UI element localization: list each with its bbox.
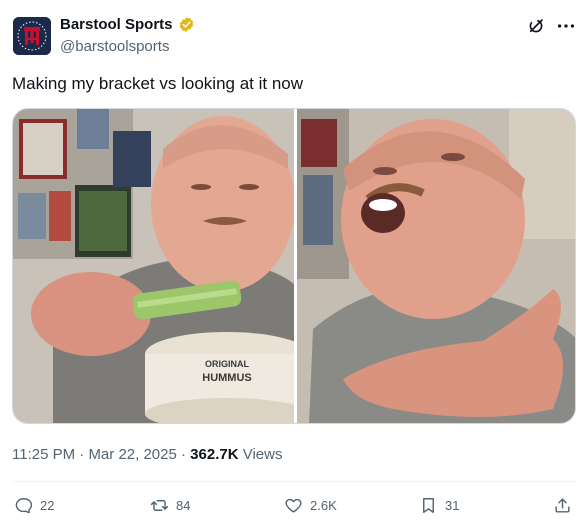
meta-separator: ·: [75, 446, 89, 463]
more-options-icon[interactable]: [555, 15, 577, 37]
photo-man-gasping[interactable]: [297, 109, 576, 424]
author-display-name[interactable]: Barstool Sports: [60, 16, 173, 33]
views-label: Views: [238, 446, 283, 463]
tweet-time[interactable]: 11:25 PM: [12, 446, 75, 463]
photo-man-eating-celery-hummus[interactable]: ORIGINAL HUMMUS: [13, 109, 309, 424]
meta-separator: ·: [176, 446, 191, 463]
reply-button[interactable]: 22: [14, 496, 54, 515]
hummus-label-line2: HUMMUS: [202, 372, 252, 384]
author-avatar[interactable]: [13, 17, 51, 55]
author-handle[interactable]: @barstoolsports: [60, 38, 169, 55]
share-icon: [555, 498, 570, 513]
bookmark-count: 31: [445, 498, 460, 513]
retweet-button[interactable]: 84: [150, 496, 190, 515]
barstool-logo-icon: [13, 17, 51, 55]
views-count: 362.7K: [190, 446, 239, 463]
reply-icon: [15, 498, 33, 514]
bookmark-button[interactable]: 31: [419, 496, 459, 515]
tweet-date[interactable]: Mar 22, 2025: [88, 446, 176, 463]
verified-badge-icon[interactable]: [178, 16, 195, 33]
heart-icon: [285, 498, 302, 513]
share-button[interactable]: [553, 496, 572, 515]
divider: [12, 481, 576, 482]
hummus-label-line1: ORIGINAL: [205, 359, 250, 369]
like-count: 2.6K: [310, 498, 337, 513]
tweet-media[interactable]: ORIGINAL HUMMUS: [12, 108, 576, 424]
retweet-icon: [150, 500, 169, 511]
grok-icon[interactable]: [527, 17, 545, 35]
bookmark-icon: [423, 498, 434, 513]
like-button[interactable]: 2.6K: [284, 496, 337, 515]
author-name-row: Barstool Sports: [60, 16, 195, 33]
retweet-count: 84: [176, 498, 191, 513]
reply-count: 22: [40, 498, 55, 513]
tweet-text: Making my bracket vs looking at it now: [12, 74, 304, 93]
tweet-meta: 11:25 PM · Mar 22, 2025 · 362.7K Views: [12, 446, 282, 463]
